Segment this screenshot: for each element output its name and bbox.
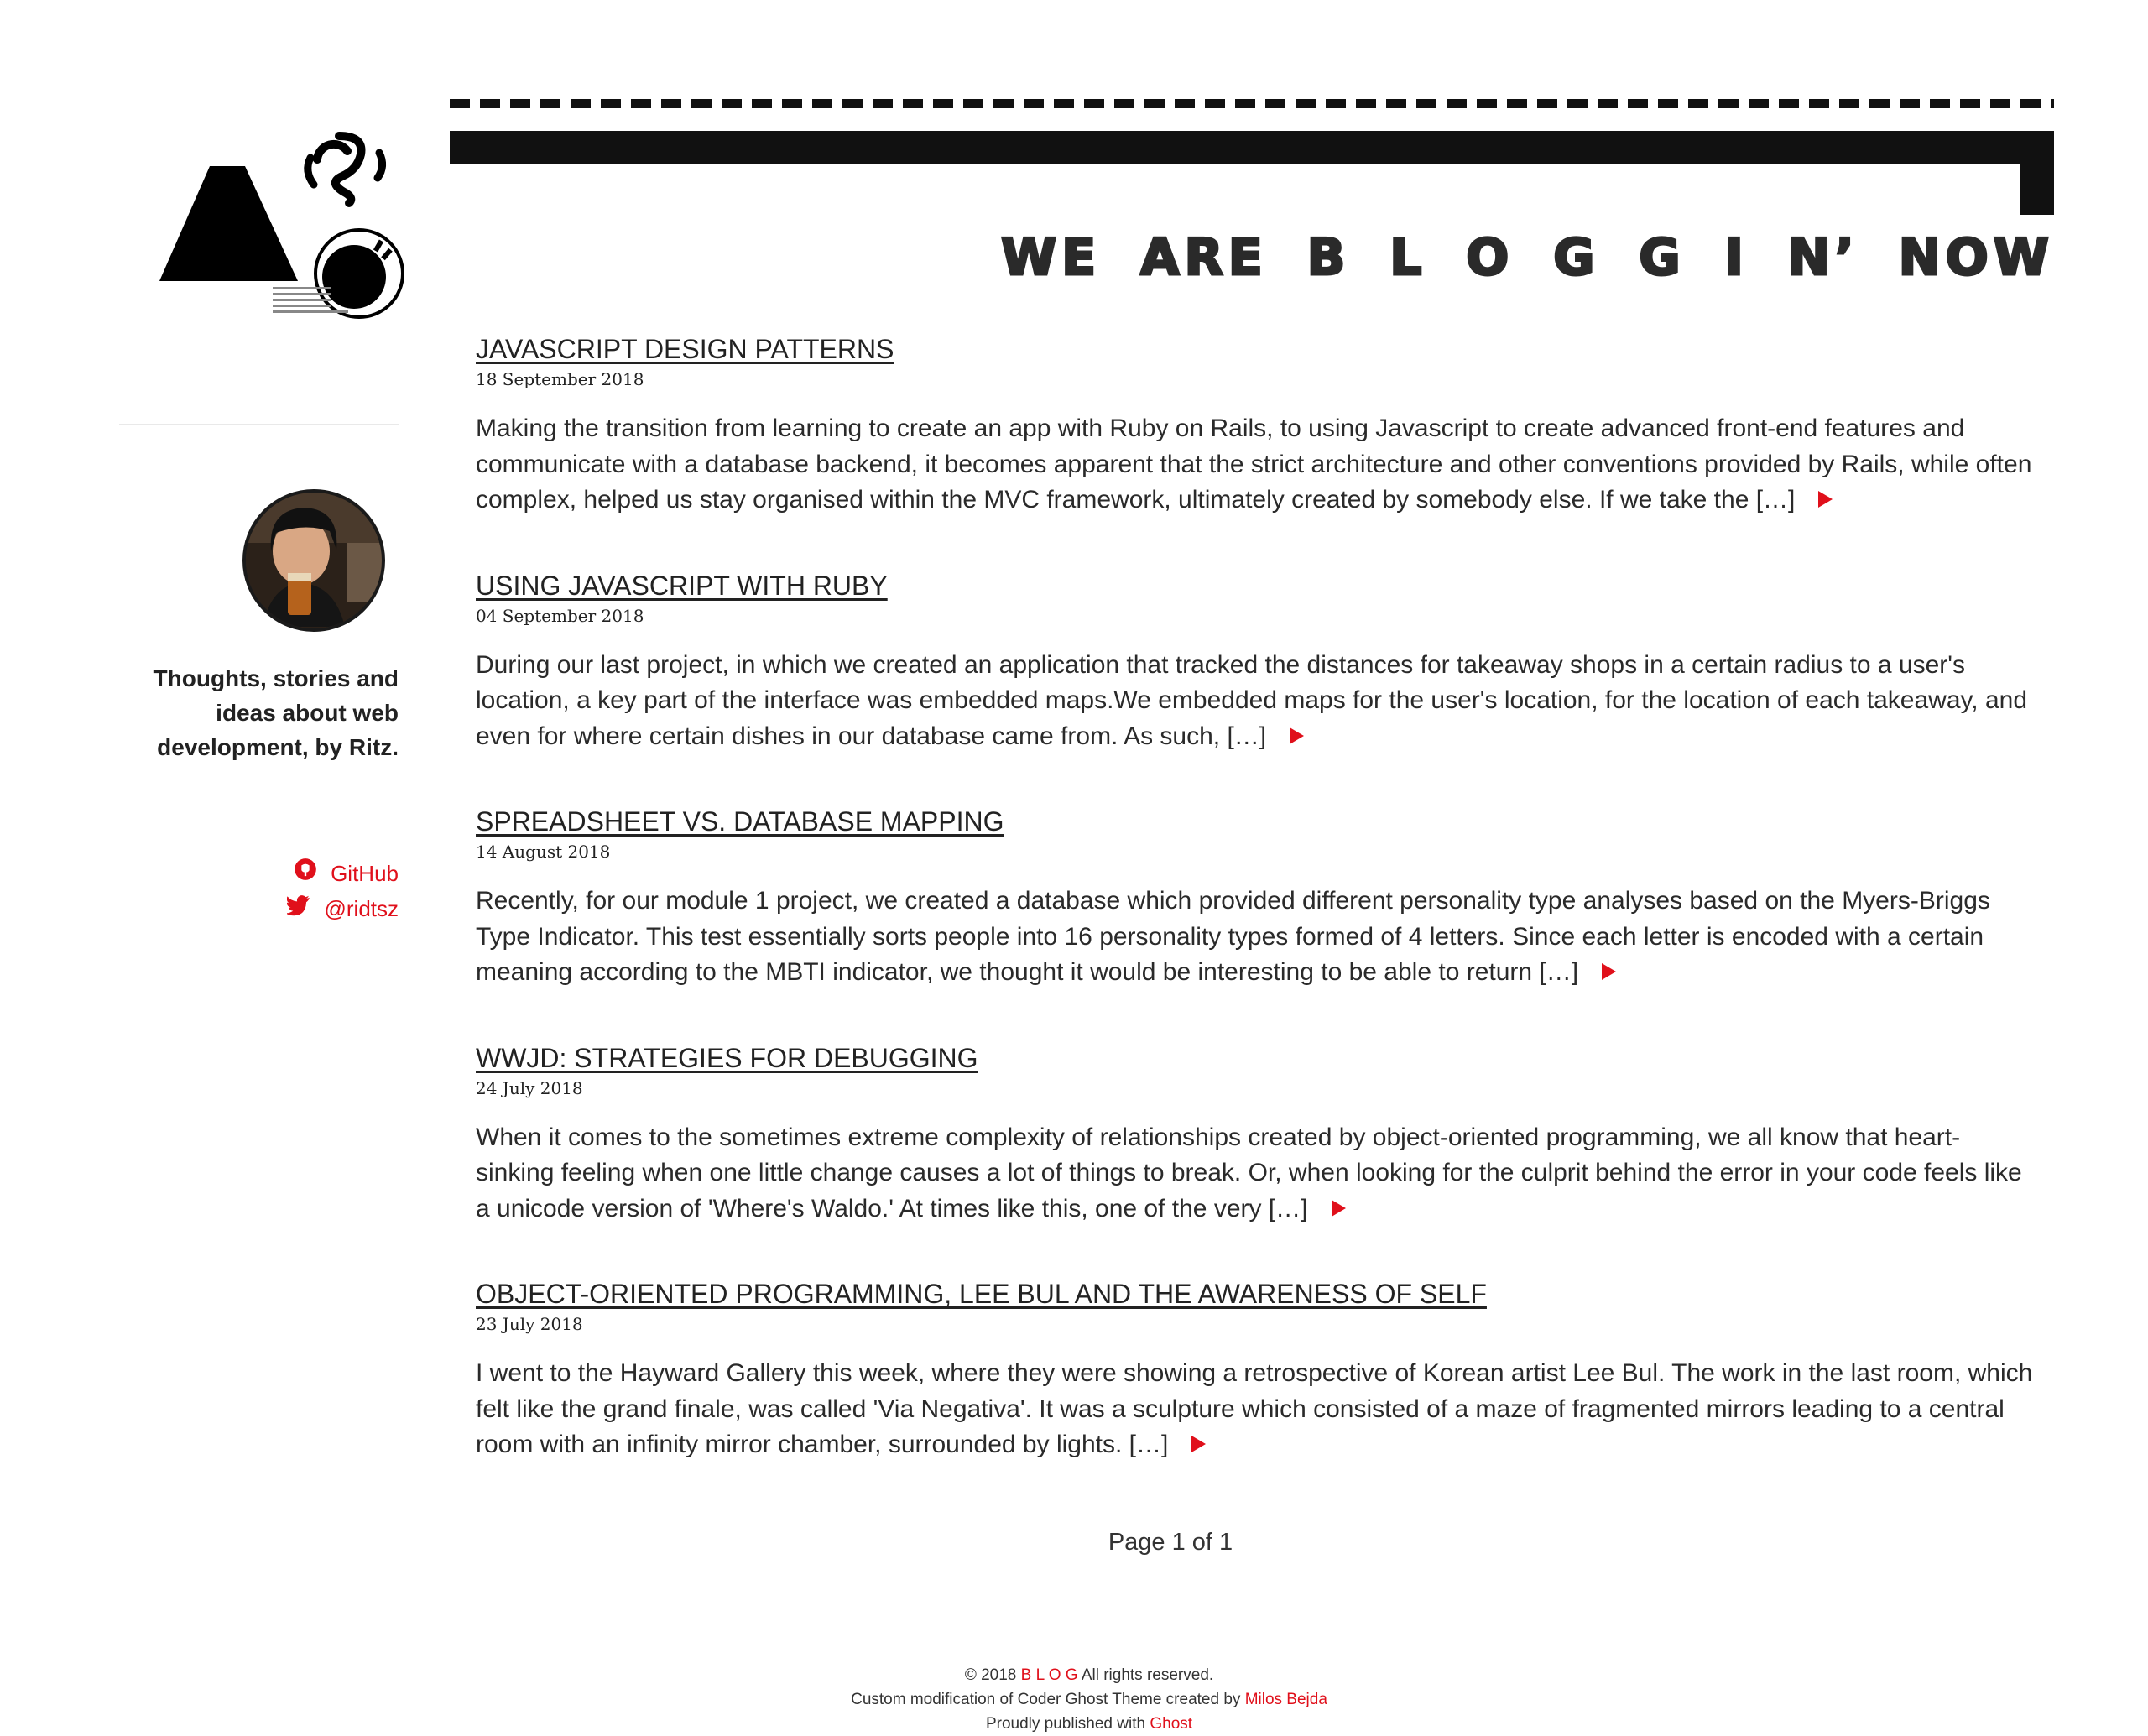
github-link[interactable]: GitHub <box>287 856 399 891</box>
post-list: JAVASCRIPT DESIGN PATTERNS 18 September … <box>476 331 2036 1512</box>
post-date: 14 August 2018 <box>476 842 611 862</box>
post-excerpt-text: When it comes to the sometimes extreme c… <box>476 1123 2022 1222</box>
github-icon <box>294 856 317 891</box>
footer-copyright-prefix: © 2018 <box>964 1666 1017 1684</box>
sidebar-divider <box>119 424 399 425</box>
avatar <box>242 489 385 632</box>
post-title-link[interactable]: WWJD: STRATEGIES FOR DEBUGGING <box>476 1040 2036 1077</box>
site-title: WE ARE B L O G G I N’ NOW <box>1000 227 2054 289</box>
read-more-arrow-icon[interactable] <box>1818 491 1833 508</box>
post-date: 24 July 2018 <box>476 1077 583 1098</box>
footer-published-prefix: Proudly published with <box>985 1715 1146 1733</box>
post-item: WWJD: STRATEGIES FOR DEBUGGING 24 July 2… <box>476 1040 2036 1228</box>
post-date: 18 September 2018 <box>476 369 644 389</box>
post-excerpt: Recently, for our module 1 project, we c… <box>476 884 2036 991</box>
post-excerpt: When it comes to the sometimes extreme c… <box>476 1120 2036 1228</box>
footer-copyright-suffix: All rights reserved. <box>1081 1666 1214 1684</box>
post-excerpt-text: During our last project, in which we cre… <box>476 650 2028 750</box>
post-excerpt: During our last project, in which we cre… <box>476 648 2036 755</box>
footer-published: Proudly published with Ghost <box>30 1712 2148 1736</box>
twitter-link[interactable]: @ridtsz <box>285 891 399 926</box>
post-date: 04 September 2018 <box>476 605 644 626</box>
post-title-link[interactable]: OBJECT-ORIENTED PROGRAMMING, LEE BUL AND… <box>476 1275 2036 1312</box>
site-tagline: Thoughts, stories and ideas about web de… <box>153 665 399 760</box>
footer-site-link[interactable]: B L O G <box>1021 1666 1078 1684</box>
post-item: SPREADSHEET VS. DATABASE MAPPING 14 Augu… <box>476 803 2036 991</box>
header-bar-corner <box>2020 164 2054 215</box>
post-item: JAVASCRIPT DESIGN PATTERNS 18 September … <box>476 331 2036 519</box>
twitter-link-label: @ridtsz <box>324 896 399 921</box>
post-title-link[interactable]: SPREADSHEET VS. DATABASE MAPPING <box>476 803 2036 840</box>
post-date: 23 July 2018 <box>476 1314 583 1334</box>
post-excerpt-text: I went to the Hayward Gallery this week,… <box>476 1359 2033 1458</box>
github-link-label: GitHub <box>331 861 399 886</box>
post-title-link[interactable]: JAVASCRIPT DESIGN PATTERNS <box>476 331 2036 368</box>
social-links: GitHub @ridtsz <box>285 856 399 926</box>
read-more-arrow-icon[interactable] <box>1602 963 1617 981</box>
post-item: OBJECT-ORIENTED PROGRAMMING, LEE BUL AND… <box>476 1275 2036 1463</box>
post-excerpt: Making the transition from learning to c… <box>476 411 2036 519</box>
footer-credit-prefix: Custom modification of Coder Ghost Theme… <box>851 1691 1241 1708</box>
twitter-icon <box>285 891 310 926</box>
post-excerpt-text: Recently, for our module 1 project, we c… <box>476 887 1990 986</box>
header-dashed-rule <box>450 99 2054 108</box>
footer-ghost-link[interactable]: Ghost <box>1150 1715 1192 1733</box>
post-excerpt-text: Making the transition from learning to c… <box>476 414 2032 514</box>
header-bar <box>450 131 2054 164</box>
read-more-arrow-icon[interactable] <box>1191 1436 1207 1453</box>
footer-copyright: © 2018 B L O G All rights reserved. <box>30 1663 2148 1687</box>
site-footer: © 2018 B L O G All rights reserved. Cust… <box>0 1663 2148 1736</box>
footer-author-link[interactable]: Milos Bejda <box>1245 1691 1327 1708</box>
pagination: Page 1 of 1 <box>1108 1529 1233 1556</box>
read-more-arrow-icon[interactable] <box>1290 727 1305 744</box>
post-item: USING JAVASCRIPT WITH RUBY 04 September … <box>476 567 2036 755</box>
post-title-link[interactable]: USING JAVASCRIPT WITH RUBY <box>476 567 2036 604</box>
post-excerpt: I went to the Hayward Gallery this week,… <box>476 1356 2036 1463</box>
footer-credit: Custom modification of Coder Ghost Theme… <box>30 1687 2148 1712</box>
read-more-arrow-icon[interactable] <box>1331 1199 1346 1217</box>
